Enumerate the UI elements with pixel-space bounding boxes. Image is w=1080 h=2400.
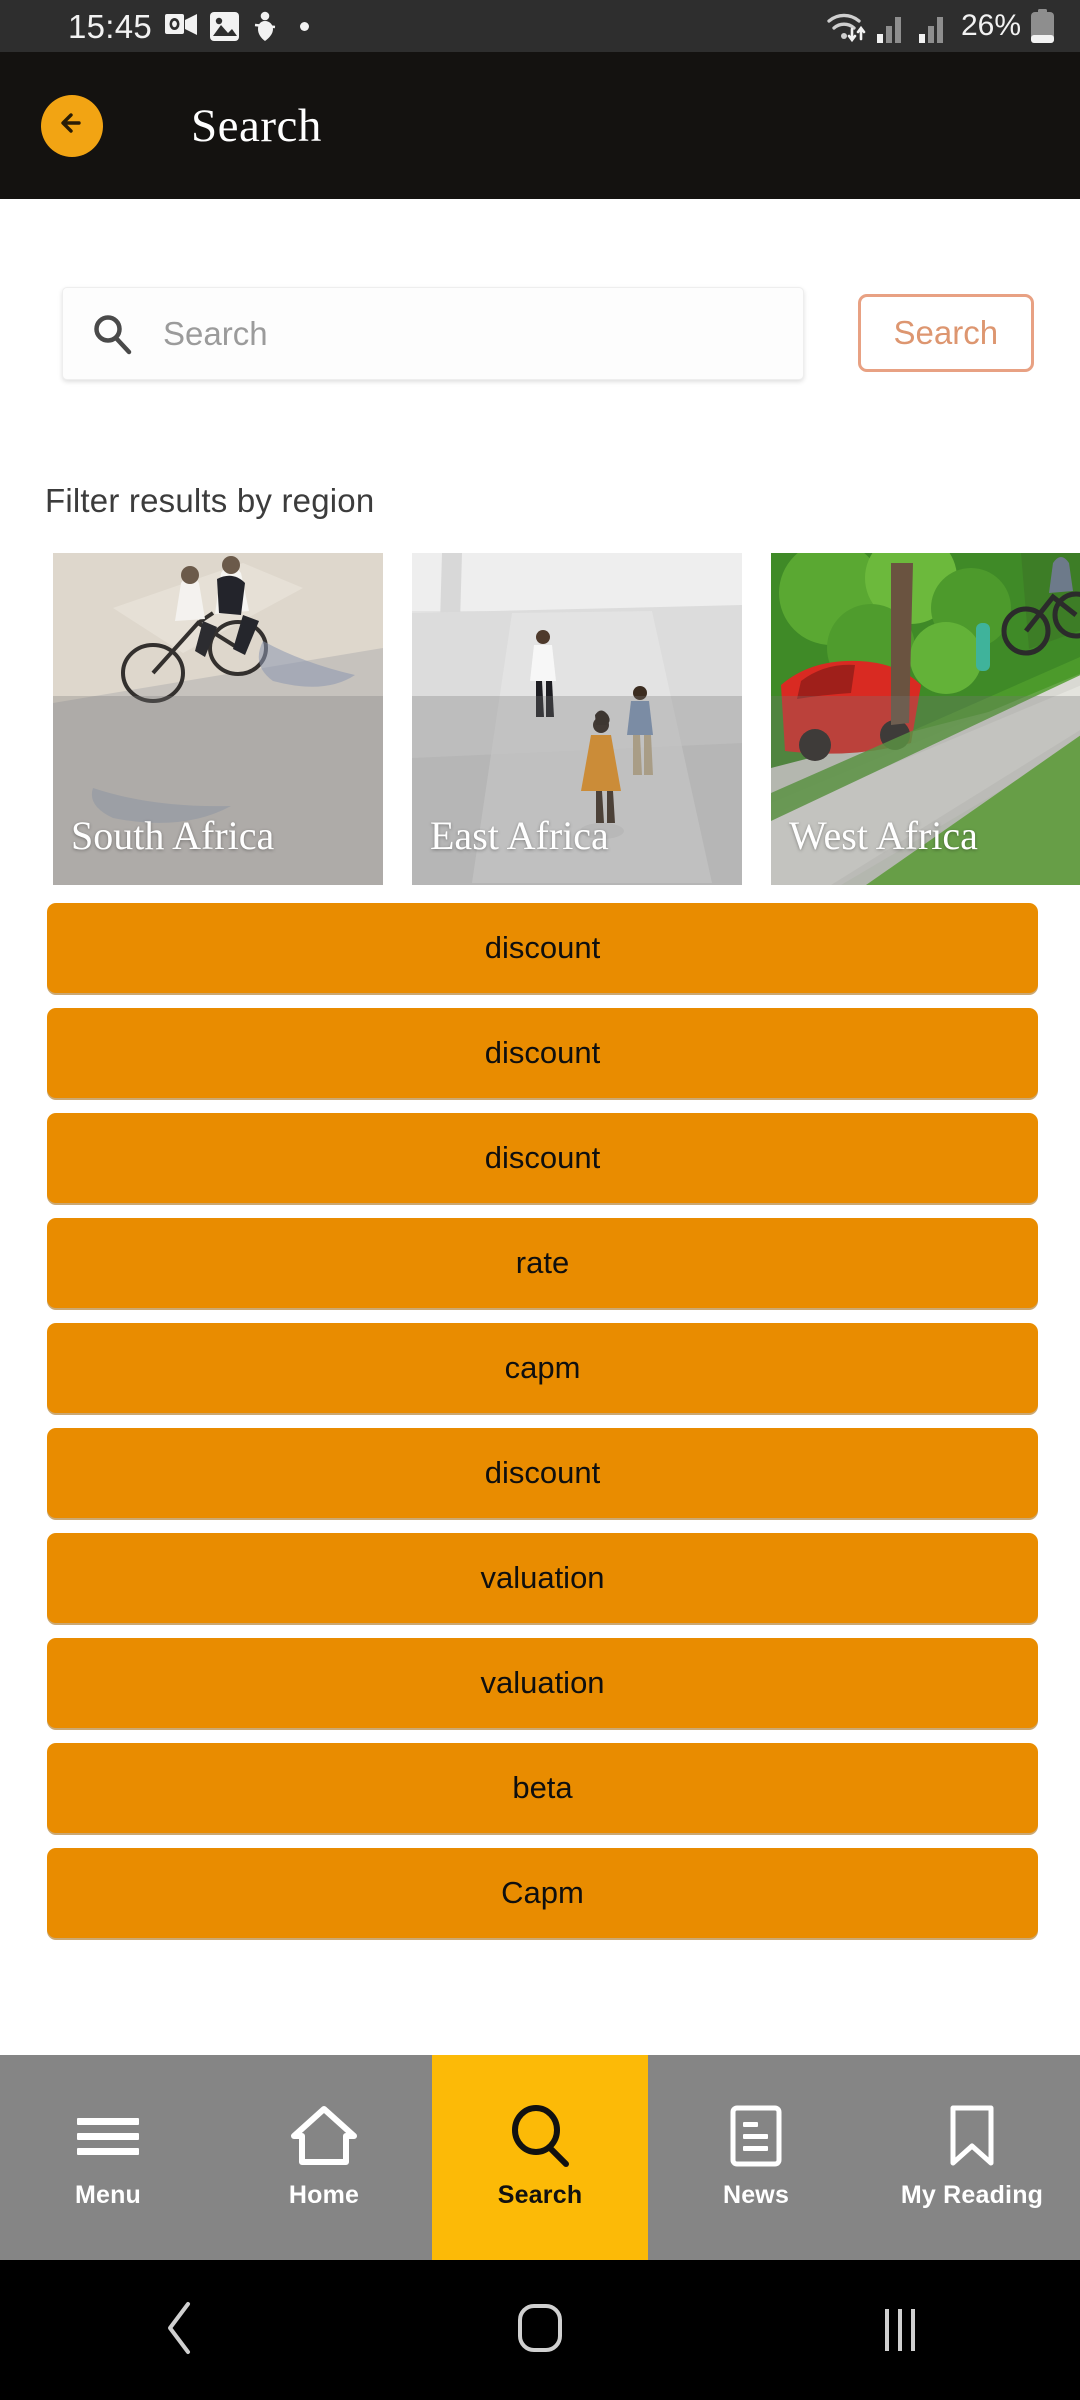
- magnifier-icon: [510, 2105, 570, 2167]
- bookmark-icon: [948, 2105, 996, 2167]
- outlook-icon: [165, 11, 198, 41]
- tag-button[interactable]: Capm: [47, 1848, 1038, 1938]
- home-square-icon: [517, 2303, 563, 2358]
- battery-percent-label: 26%: [960, 9, 1021, 42]
- android-back-button[interactable]: [0, 2301, 360, 2360]
- accessibility-icon: [252, 11, 279, 42]
- region-card-east-africa[interactable]: East Africa: [412, 553, 742, 885]
- signal-bars-sim1-icon: [876, 13, 909, 43]
- search-input[interactable]: [163, 303, 763, 364]
- nav-label: News: [722, 2181, 790, 2209]
- tag-button[interactable]: capm: [47, 1323, 1038, 1413]
- region-label: East Africa: [430, 813, 609, 858]
- region-card-south-africa[interactable]: South Africa: [53, 553, 383, 885]
- nav-item-news[interactable]: News: [648, 2055, 864, 2260]
- nav-label: My Reading: [900, 2181, 1044, 2209]
- nav-item-menu[interactable]: Menu: [0, 2055, 216, 2260]
- region-card-west-africa[interactable]: West Africa: [771, 553, 1080, 885]
- android-navigation-bar: [0, 2260, 1080, 2400]
- search-row: Search: [0, 287, 1080, 380]
- tag-list: discount discount discount rate capm dis…: [47, 903, 1038, 1953]
- house-icon: [291, 2105, 357, 2167]
- region-label: South Africa: [71, 813, 275, 858]
- tag-button[interactable]: valuation: [47, 1533, 1038, 1623]
- region-carousel[interactable]: South Africa East Africa West Africa: [53, 553, 1080, 885]
- nav-item-my-reading[interactable]: My Reading: [864, 2055, 1080, 2260]
- nav-label: Home: [288, 2181, 360, 2209]
- document-lines-icon: [730, 2105, 782, 2167]
- status-bar-clock: 15:45: [68, 7, 153, 45]
- region-label: West Africa: [789, 813, 978, 858]
- status-bar-right: 26%: [825, 9, 1054, 43]
- hamburger-menu-icon: [77, 2105, 139, 2167]
- nav-label: Search: [497, 2181, 583, 2209]
- tag-button[interactable]: discount: [47, 1113, 1038, 1203]
- tag-button[interactable]: rate: [47, 1218, 1038, 1308]
- arrow-left-icon: [55, 106, 89, 145]
- app-bar: Search: [0, 52, 1080, 199]
- phone-screen: 15:45 26% Search Search Search Filter re…: [0, 0, 1080, 2400]
- battery-icon: [1031, 9, 1054, 43]
- tag-button[interactable]: discount: [47, 1428, 1038, 1518]
- android-home-button[interactable]: [360, 2303, 720, 2358]
- nav-item-search[interactable]: Search: [432, 2055, 648, 2260]
- tag-button[interactable]: discount: [47, 903, 1038, 993]
- back-button[interactable]: [41, 94, 103, 157]
- search-field[interactable]: [62, 287, 804, 380]
- status-bar-left: 15:45: [68, 7, 310, 45]
- filter-by-region-label: Filter results by region: [45, 482, 375, 519]
- nav-item-home[interactable]: Home: [216, 2055, 432, 2260]
- chevron-back-icon: [164, 2301, 196, 2360]
- page-title: Search: [191, 99, 322, 152]
- status-bar: 15:45 26%: [0, 0, 1080, 52]
- tag-button[interactable]: beta: [47, 1743, 1038, 1833]
- signal-bars-sim2-icon: [918, 13, 951, 43]
- search-icon: [91, 313, 133, 355]
- wifi-icon: [825, 9, 867, 43]
- bottom-navigation: Menu Home Search News My Reading: [0, 2055, 1080, 2260]
- gallery-image-icon: [210, 11, 240, 41]
- search-submit-button[interactable]: Search: [857, 294, 1034, 372]
- recents-lines-icon: [885, 2309, 915, 2351]
- dot-indicator-icon: [300, 21, 310, 31]
- android-recents-button[interactable]: [720, 2309, 1080, 2351]
- tag-button[interactable]: discount: [47, 1008, 1038, 1098]
- nav-label: Menu: [74, 2181, 142, 2209]
- tag-button[interactable]: valuation: [47, 1638, 1038, 1728]
